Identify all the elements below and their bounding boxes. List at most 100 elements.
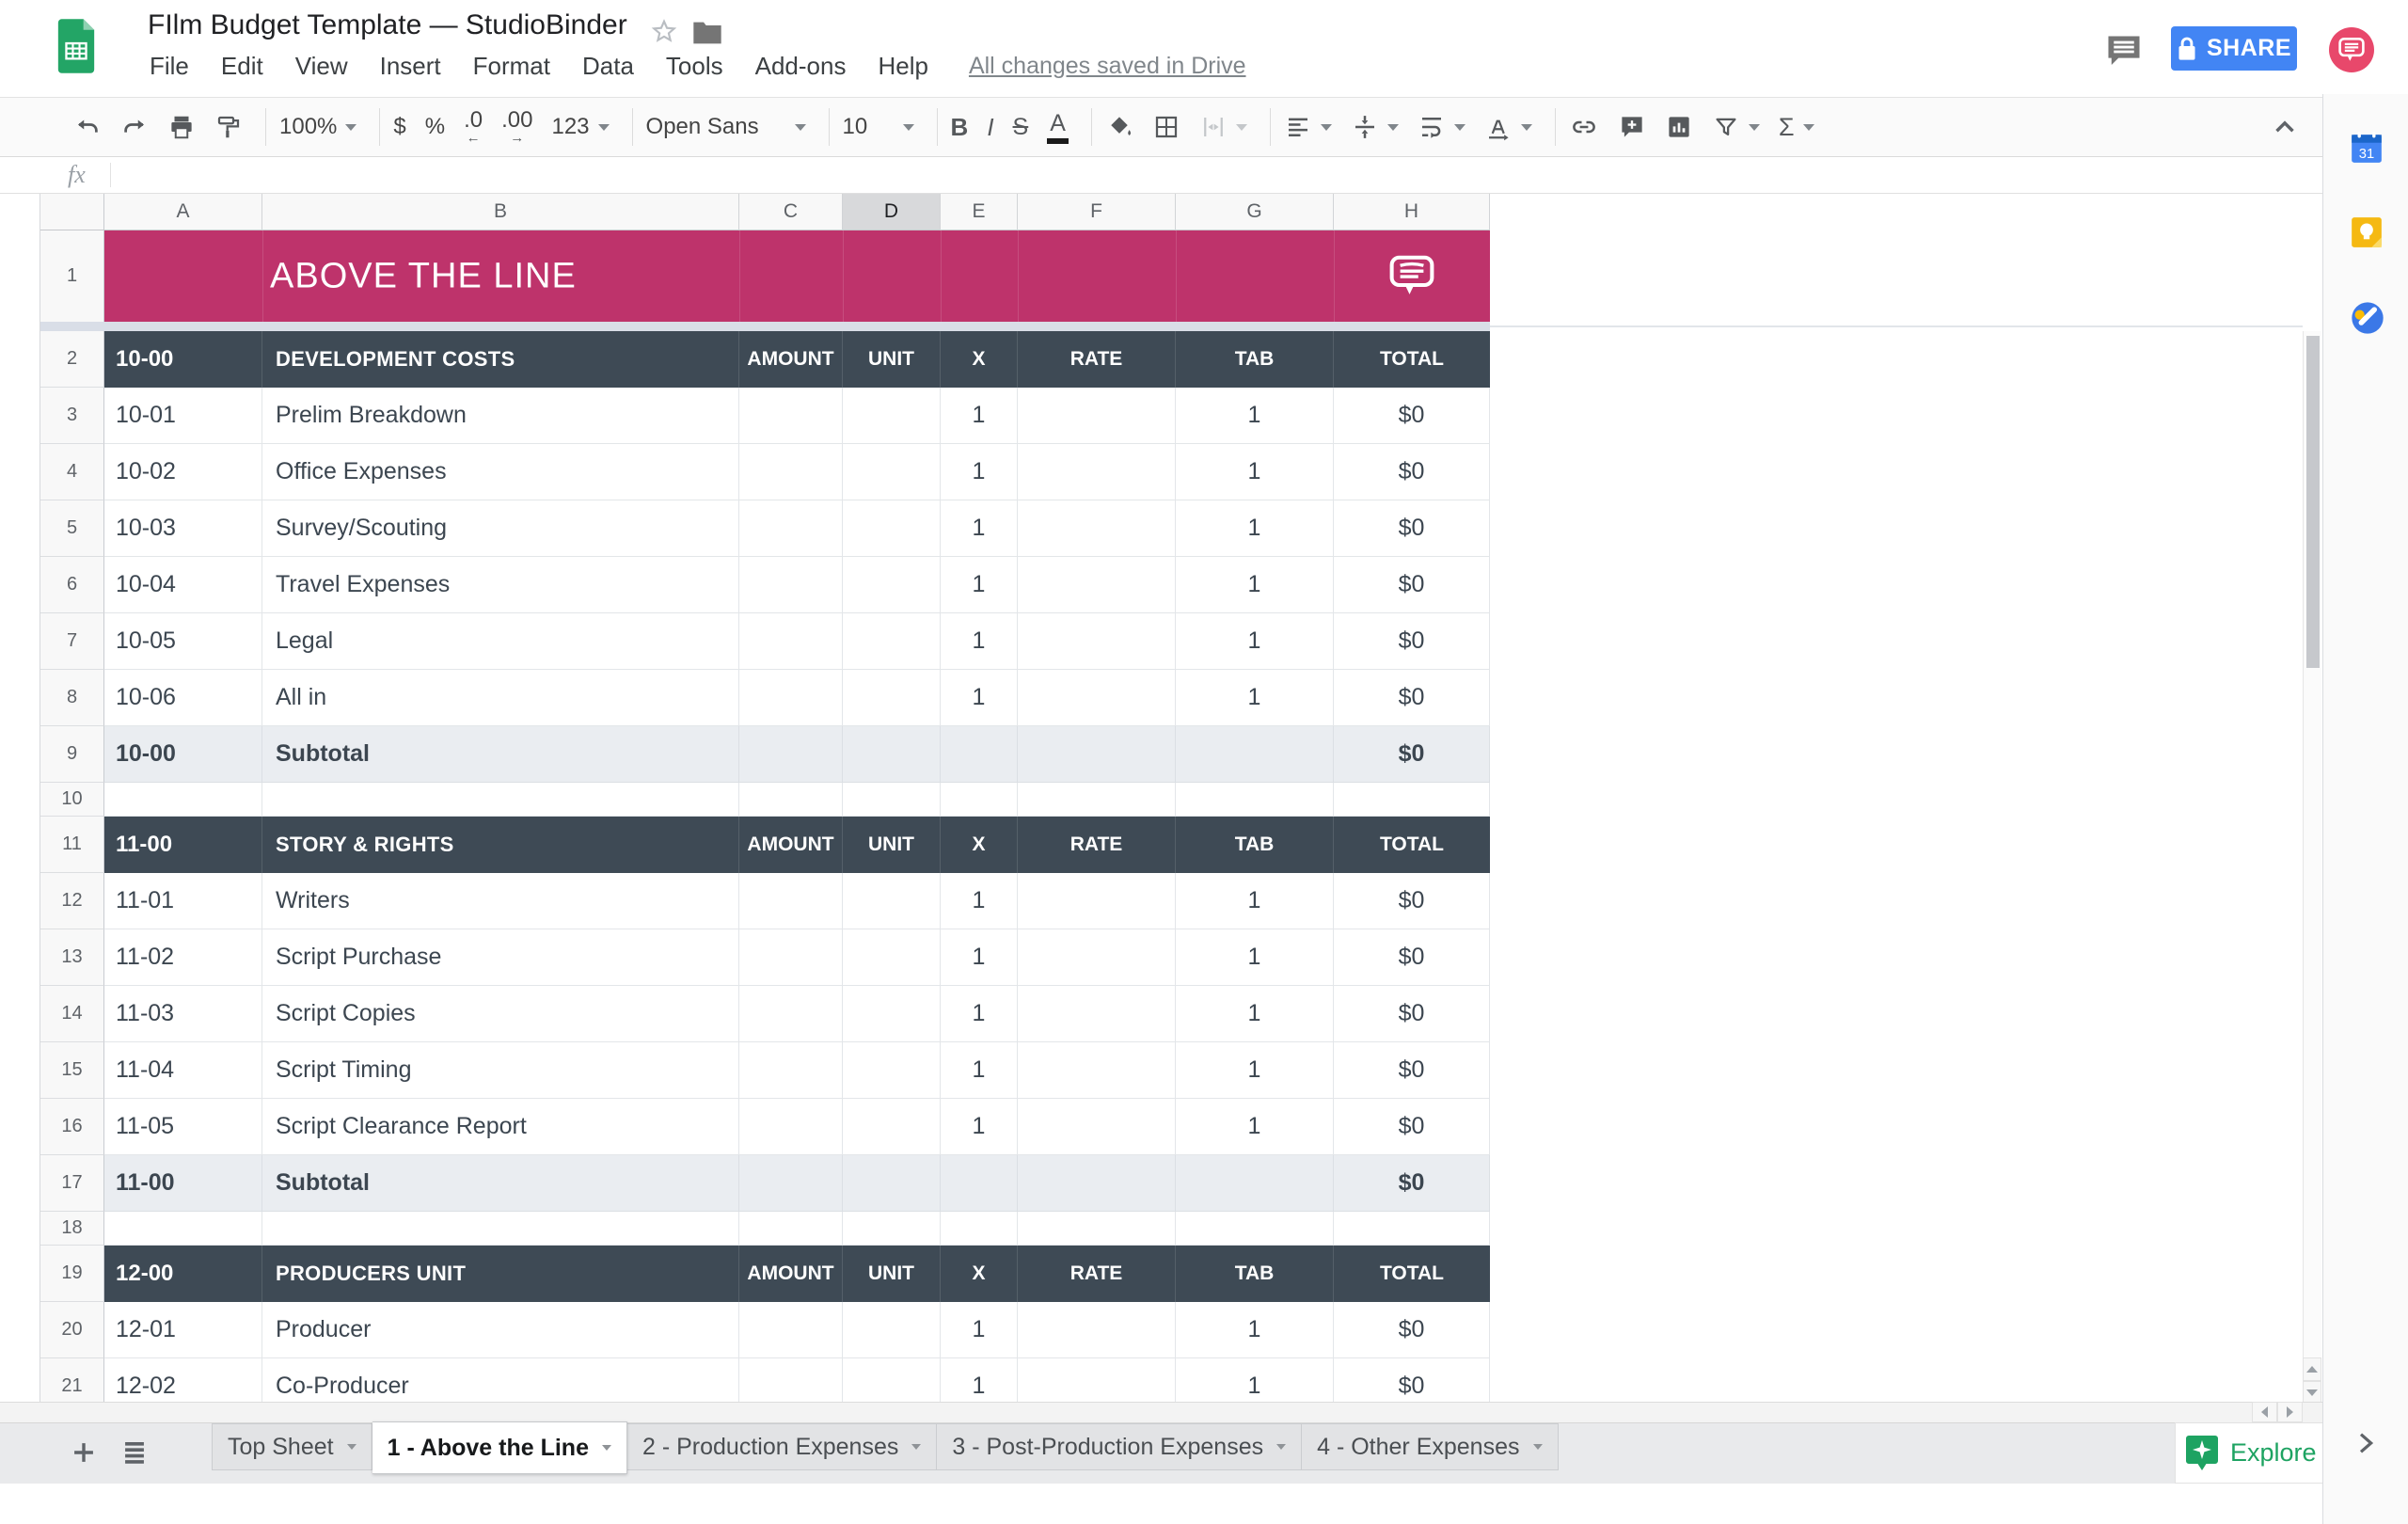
- section-header-cell[interactable]: UNIT: [843, 331, 941, 388]
- cell[interactable]: 1: [941, 986, 1018, 1042]
- cell[interactable]: Survey/Scouting: [262, 500, 739, 557]
- cell[interactable]: [262, 783, 739, 817]
- section-header-cell[interactable]: UNIT: [843, 817, 941, 873]
- explore-button[interactable]: Explore: [2175, 1422, 2322, 1484]
- cell[interactable]: 1: [1176, 1099, 1334, 1155]
- row-header-11[interactable]: 11: [40, 817, 104, 873]
- cell[interactable]: Script Clearance Report: [262, 1099, 739, 1155]
- cell[interactable]: [843, 670, 941, 726]
- cell[interactable]: [1018, 986, 1176, 1042]
- vertical-align-icon[interactable]: [1351, 113, 1399, 141]
- cell[interactable]: 12-01: [104, 1302, 262, 1358]
- cell[interactable]: 10-04: [104, 557, 262, 613]
- cell[interactable]: $0: [1334, 613, 1490, 670]
- cell[interactable]: [1334, 1212, 1490, 1246]
- chevron-down-icon[interactable]: [1533, 1444, 1543, 1450]
- column-header-E[interactable]: E: [941, 194, 1018, 230]
- google-sheets-logo-icon[interactable]: [55, 17, 98, 73]
- cell[interactable]: [1018, 1042, 1176, 1099]
- cell[interactable]: [739, 726, 843, 783]
- menu-view[interactable]: View: [279, 49, 364, 83]
- horizontal-scrollbar[interactable]: [0, 1402, 2322, 1422]
- cell[interactable]: [739, 613, 843, 670]
- column-header-A[interactable]: A: [104, 194, 262, 230]
- cell[interactable]: 1: [1176, 1042, 1334, 1099]
- chevron-down-icon[interactable]: [347, 1444, 356, 1450]
- cell[interactable]: 1: [1176, 873, 1334, 929]
- cell[interactable]: [1018, 1155, 1176, 1212]
- increase-decimal-button[interactable]: .00→: [501, 109, 532, 145]
- column-header-B[interactable]: B: [262, 194, 739, 230]
- filter-icon[interactable]: [1712, 113, 1760, 141]
- avatar[interactable]: [2329, 27, 2374, 72]
- sheet-tab-2-production-expenses[interactable]: 2 - Production Expenses: [627, 1423, 937, 1470]
- cell[interactable]: [739, 388, 843, 444]
- row-header-9[interactable]: 9: [40, 726, 104, 783]
- cell[interactable]: [262, 1212, 739, 1246]
- section-header-cell[interactable]: AMOUNT: [739, 1246, 843, 1302]
- cell[interactable]: 12-02: [104, 1358, 262, 1402]
- calendar-icon[interactable]: 31: [2349, 130, 2384, 166]
- horizontal-align-icon[interactable]: [1284, 113, 1332, 141]
- cell[interactable]: [739, 1042, 843, 1099]
- cell[interactable]: Subtotal: [262, 726, 739, 783]
- cell[interactable]: 11-01: [104, 873, 262, 929]
- cell[interactable]: [104, 783, 262, 817]
- cell[interactable]: Subtotal: [262, 1155, 739, 1212]
- section-header-cell[interactable]: TAB: [1176, 1246, 1334, 1302]
- row-header-3[interactable]: 3: [40, 388, 104, 444]
- row-header-14[interactable]: 14: [40, 986, 104, 1042]
- cell[interactable]: [843, 388, 941, 444]
- cell[interactable]: 1: [941, 1099, 1018, 1155]
- sheet-tab-1-above-the-line[interactable]: 1 - Above the Line: [372, 1421, 627, 1474]
- row-header-15[interactable]: 15: [40, 1042, 104, 1099]
- cell[interactable]: Office Expenses: [262, 444, 739, 500]
- cell[interactable]: Legal: [262, 613, 739, 670]
- menu-help[interactable]: Help: [862, 49, 943, 83]
- insert-link-icon[interactable]: [1569, 113, 1599, 141]
- cell[interactable]: 10-06: [104, 670, 262, 726]
- cell[interactable]: [1018, 1212, 1176, 1246]
- column-header-F[interactable]: F: [1018, 194, 1176, 230]
- number-format-menu[interactable]: 123: [551, 114, 609, 140]
- cell[interactable]: 1: [941, 670, 1018, 726]
- cell[interactable]: [739, 873, 843, 929]
- share-button[interactable]: SHARE: [2171, 26, 2297, 71]
- fill-color-icon[interactable]: [1105, 113, 1133, 141]
- print-icon[interactable]: [167, 113, 196, 141]
- row-header-10[interactable]: 10: [40, 783, 104, 817]
- row-header-5[interactable]: 5: [40, 500, 104, 557]
- row-header-2[interactable]: 2: [40, 331, 104, 388]
- cell[interactable]: [1018, 783, 1176, 817]
- cell[interactable]: 1: [941, 873, 1018, 929]
- cell[interactable]: [1018, 613, 1176, 670]
- expand-panel-chevron-icon[interactable]: [2350, 1428, 2380, 1458]
- cell[interactable]: [739, 1155, 843, 1212]
- row-header-6[interactable]: 6: [40, 557, 104, 613]
- format-currency-button[interactable]: $: [393, 114, 405, 140]
- cell[interactable]: $0: [1334, 388, 1490, 444]
- cell[interactable]: [739, 444, 843, 500]
- italic-button[interactable]: I: [987, 113, 993, 142]
- cell[interactable]: [843, 783, 941, 817]
- row-header-8[interactable]: 8: [40, 670, 104, 726]
- cell[interactable]: 1: [941, 557, 1018, 613]
- decrease-decimal-button[interactable]: .0←: [464, 109, 483, 145]
- cell[interactable]: 11-03: [104, 986, 262, 1042]
- zoom-select[interactable]: 100%: [279, 114, 356, 140]
- cell[interactable]: [843, 1358, 941, 1402]
- cell[interactable]: [843, 1042, 941, 1099]
- cell[interactable]: 1: [941, 613, 1018, 670]
- cell[interactable]: [1018, 670, 1176, 726]
- cell[interactable]: [843, 557, 941, 613]
- cell[interactable]: 1: [1176, 670, 1334, 726]
- cell[interactable]: 1: [1176, 1358, 1334, 1402]
- cell[interactable]: $0: [1334, 1042, 1490, 1099]
- cell[interactable]: [739, 1302, 843, 1358]
- cell[interactable]: [739, 557, 843, 613]
- cell[interactable]: Co-Producer: [262, 1358, 739, 1402]
- cell[interactable]: [941, 783, 1018, 817]
- format-percent-button[interactable]: %: [425, 114, 445, 140]
- all-sheets-menu-icon[interactable]: [119, 1437, 150, 1468]
- cell[interactable]: [843, 929, 941, 986]
